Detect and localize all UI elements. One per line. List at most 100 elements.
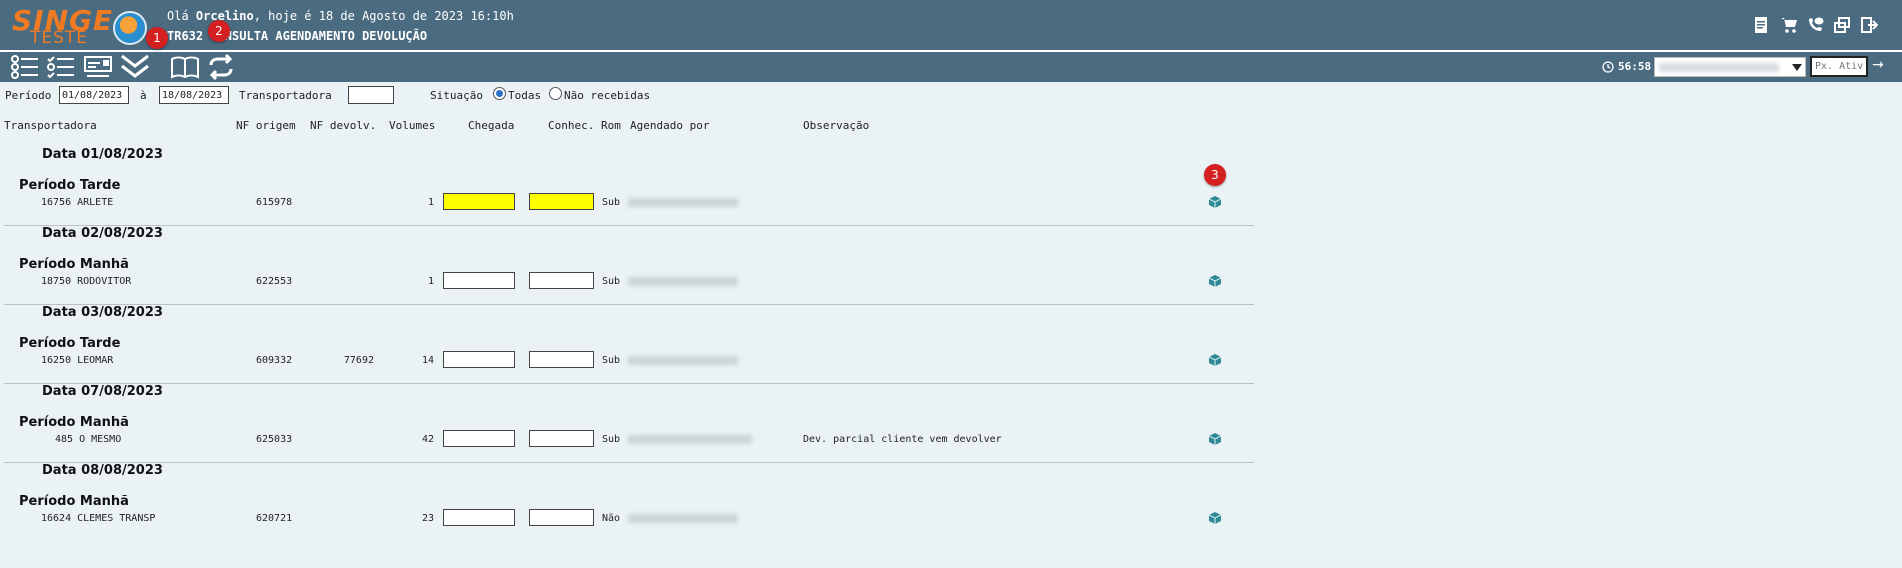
volumes-cell: 14 [421,355,434,366]
next-activity-input[interactable] [1810,56,1868,77]
chegada-input[interactable] [443,509,515,526]
screen-title: CONSULTA AGENDAMENTO DEVOLUÇÃO [210,29,428,43]
group-divider [4,304,1254,305]
volumes-cell: 42 [421,434,434,445]
radio-nao-recebidas[interactable] [549,87,562,100]
book-icon[interactable] [170,54,200,80]
period-header: Período Tarde [19,336,121,351]
volumes-cell: 23 [421,513,434,524]
scheduler-name-redacted [628,435,752,444]
scheduler-name-redacted [628,356,738,365]
carrier-label: Transportadora [239,89,332,102]
carrier-cell: 16624 CLEMES TRANSP [41,513,156,524]
package-icon[interactable] [1208,353,1222,367]
chegada-input[interactable] [443,272,515,289]
nf-origem-cell: 625033 [256,434,293,445]
chegada-input[interactable] [443,351,515,368]
document-icon[interactable] [1752,16,1770,34]
package-icon[interactable] [1208,511,1222,525]
session-timer: 56:58 [1618,60,1652,73]
date-group-header: Data 08/08/2023 [42,463,163,478]
period-header: Período Manhã [19,415,129,430]
period-header: Período Tarde [19,178,121,193]
cart-icon[interactable] [1780,16,1798,34]
company-select[interactable] [1654,57,1806,77]
date-group-header: Data 02/08/2023 [42,226,163,241]
package-icon[interactable] [1208,195,1222,209]
period-header: Período Manhã [19,494,129,509]
nf-origem-cell: 620721 [256,513,293,524]
to-label: à [140,89,147,102]
checklist-icon[interactable] [10,54,40,80]
col-header-nf-origem: NF origem [236,119,296,132]
checklist-alt-icon[interactable] [46,54,76,80]
col-header-nf-devolv: NF devolv. [310,119,377,132]
clock-icon [1602,61,1614,73]
agendado-prefix: Sub [602,355,621,366]
agendado-prefix: Não [602,513,621,524]
screen-code: TR632 [167,29,204,43]
group-divider [4,383,1254,384]
status-label: Situação [430,89,483,102]
logo-subtitle: TESTE [30,28,89,48]
package-icon[interactable] [1208,274,1222,288]
carrier-cell: 16756 ARLETE [41,197,114,208]
chegada-input[interactable] [443,193,515,210]
date-group-header: Data 01/08/2023 [42,147,163,162]
exit-icon[interactable] [1860,16,1878,34]
nf-origem-cell: 609332 [256,355,293,366]
date-group-header: Data 03/08/2023 [42,305,163,320]
conhec-rom-input[interactable] [529,272,594,289]
logo-emblem-icon [113,11,147,45]
observacao-cell: Dev. parcial cliente vem devolver [803,434,1002,445]
annotation-badge-2: 2 [208,20,230,42]
group-divider [4,225,1254,226]
windows-icon[interactable] [1833,16,1851,34]
double-chevron-down-icon[interactable] [120,54,150,80]
col-header-observacao: Observação [803,119,870,132]
chegada-input[interactable] [443,430,515,447]
radio-nao-recebidas-label: Não recebidas [564,89,651,102]
radio-todas[interactable] [493,87,506,100]
go-arrow-icon[interactable]: → [1872,57,1884,73]
carrier-cell: 485 O MESMO [55,434,122,445]
col-header-volumes: Volumes [389,119,436,132]
greeting-prefix: Olá [167,9,196,23]
col-header-conhec-rom: Conhec. Rom [548,119,621,132]
annotation-badge-3: 3 [1204,164,1226,186]
carrier-input[interactable] [348,86,394,104]
volumes-cell: 1 [427,276,434,287]
period-label: Período [5,89,52,102]
date-from-input[interactable] [59,86,129,104]
scheduler-name-redacted [628,277,738,286]
page-title: TR632 CONSULTA AGENDAMENTO DEVOLUÇÃO [167,29,427,43]
group-divider [4,462,1254,463]
card-icon[interactable] [83,54,113,80]
col-header-transportadora: Transportadora [4,119,97,132]
conhec-rom-input[interactable] [529,430,594,447]
period-header: Período Manhã [19,257,129,272]
refresh-icon[interactable] [206,54,236,80]
conhec-rom-input[interactable] [529,351,594,368]
conhec-rom-input[interactable] [529,509,594,526]
date-group-header: Data 07/08/2023 [42,384,163,399]
nf-origem-cell: 622553 [256,276,293,287]
scheduler-name-redacted [628,198,738,207]
greeting-date: , hoje é 18 de Agosto de 2023 16:10h [253,9,514,23]
select-value-redacted [1659,63,1779,72]
phone-chat-icon[interactable] [1806,16,1824,34]
chevron-down-icon [1792,64,1802,71]
agendado-prefix: Sub [602,434,621,445]
agendado-prefix: Sub [602,276,621,287]
toolbar: 56:58 → [0,52,1902,82]
conhec-rom-input[interactable] [529,193,594,210]
package-icon[interactable] [1208,432,1222,446]
agendado-prefix: Sub [602,197,621,208]
nf-origem-cell: 615978 [256,197,293,208]
annotation-badge-1: 1 [146,27,168,49]
volumes-cell: 1 [427,197,434,208]
date-to-input[interactable] [159,86,229,104]
carrier-cell: 16250 LEOMAR [41,355,114,366]
scheduler-name-redacted [628,514,738,523]
nf-devolv-cell: 77692 [343,355,374,366]
